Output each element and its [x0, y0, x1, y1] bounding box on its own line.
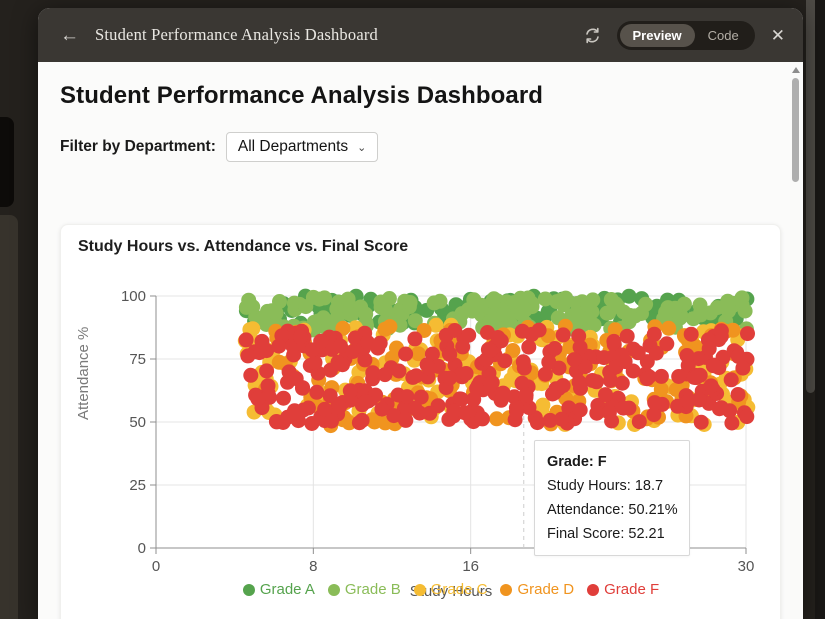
filter-label: Filter by Department: [60, 138, 216, 156]
x-tick-label: 30 [738, 558, 755, 575]
legend-item-grade-d: Grade D [500, 581, 574, 598]
chevron-down-icon: ⌄ [357, 141, 366, 154]
department-select[interactable]: All Departments ⌄ [226, 132, 378, 162]
tooltip-attendance: Attendance: 50.21% [547, 498, 677, 522]
x-tick-label: 8 [309, 558, 317, 575]
legend-label: Grade A [260, 581, 315, 598]
x-tick-label: 0 [152, 558, 160, 575]
legend-dot-icon [243, 584, 255, 596]
tooltip-grade: Grade: F [547, 450, 677, 474]
background-app-sidebar [0, 215, 18, 619]
legend-dot-icon [500, 584, 512, 596]
inner-scrollbar [790, 62, 801, 619]
filter-row: Filter by Department: All Departments ⌄ [60, 132, 378, 162]
preview-tab[interactable]: Preview [620, 24, 695, 47]
legend-label: Grade F [604, 581, 659, 598]
background-app-panel [0, 117, 14, 207]
legend-item-grade-f: Grade F [587, 581, 659, 598]
back-button[interactable]: ← [60, 26, 79, 45]
preview-code-toggle: Preview Code [617, 21, 755, 50]
chart-legend: Grade A Grade B Grade C Grade D Grade F [156, 581, 746, 598]
legend-dot-icon [328, 584, 340, 596]
close-icon[interactable]: ✕ [771, 27, 785, 44]
y-tick-label: 75 [129, 351, 146, 368]
y-tick-label: 50 [129, 414, 146, 431]
refresh-icon[interactable] [584, 27, 601, 44]
scroll-up-arrow-icon[interactable] [792, 67, 800, 73]
legend-item-grade-a: Grade A [243, 581, 315, 598]
code-tab[interactable]: Code [695, 24, 752, 47]
legend-item-grade-b: Grade B [328, 581, 401, 598]
background-right-edge [815, 0, 825, 619]
y-axis-label: Attendance % [75, 327, 92, 420]
page-title: Student Performance Analysis Dashboard [60, 82, 543, 110]
tooltip-study-hours: Study Hours: 18.7 [547, 474, 677, 498]
legend-dot-icon [587, 584, 599, 596]
legend-dot-icon [414, 584, 426, 596]
artifact-title: Student Performance Analysis Dashboard [95, 25, 378, 45]
department-select-value: All Departments [238, 138, 348, 156]
legend-label: Grade C [431, 581, 488, 598]
inner-scrollbar-thumb[interactable] [792, 78, 799, 182]
y-tick-label: 100 [121, 288, 146, 305]
outer-scrollbar-thumb[interactable] [806, 0, 815, 393]
tooltip-final-score: Final Score: 52.21 [547, 522, 677, 546]
legend-label: Grade D [517, 581, 574, 598]
chart-card: Study Hours vs. Attendance vs. Final Sco… [60, 224, 781, 619]
y-tick-label: 25 [129, 477, 146, 494]
scatter-plot[interactable]: 0 25 50 75 100 0 8 16 30 [61, 225, 782, 619]
chart-tooltip: Grade: F Study Hours: 18.7 Attendance: 5… [534, 440, 690, 556]
artifact-header: ← Student Performance Analysis Dashboard… [38, 8, 803, 62]
artifact-window: ← Student Performance Analysis Dashboard… [38, 8, 803, 619]
legend-label: Grade B [345, 581, 401, 598]
y-tick-label: 0 [138, 540, 146, 557]
legend-item-grade-c: Grade C [414, 581, 488, 598]
x-tick-label: 16 [462, 558, 479, 575]
artifact-body: Student Performance Analysis Dashboard F… [38, 62, 803, 619]
